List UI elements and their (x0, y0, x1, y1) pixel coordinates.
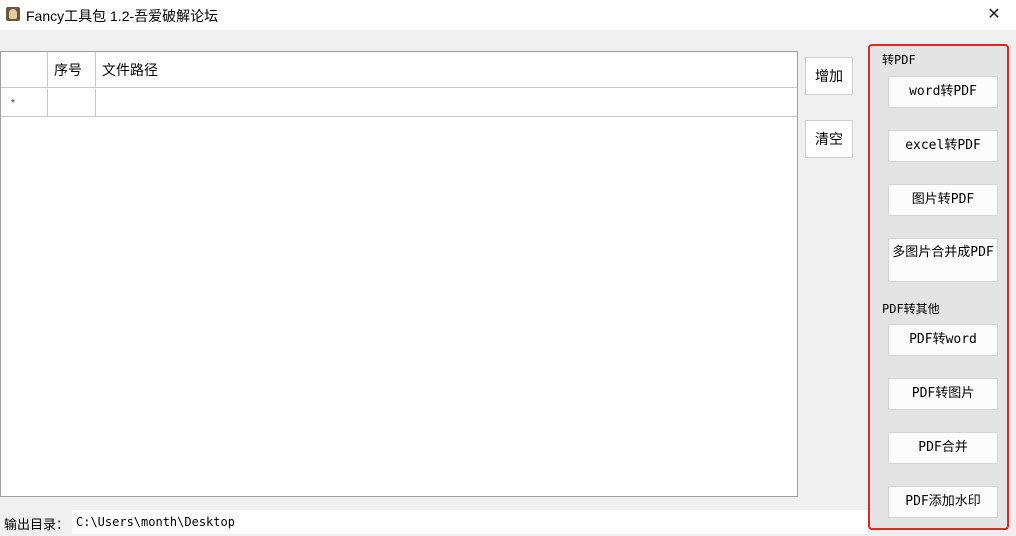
conversion-panel: 转PDF word转PDF excel转PDF 图片转PDF 多图片合并成PDF… (868, 44, 1009, 530)
index-cell[interactable] (48, 89, 96, 116)
title-bar: Fancy工具包 1.2-吾爱破解论坛 ✕ (0, 0, 1016, 30)
new-row-marker: * (11, 98, 15, 109)
output-bar: 输出目录： (0, 508, 868, 536)
column-header-index[interactable]: 序号 (48, 52, 96, 88)
grid-header: 序号 文件路径 (1, 52, 797, 88)
group-label-pdf-to-other: PDF转其他 (882, 302, 940, 316)
client-area: 序号 文件路径 * 增加 清空 转PDF word转PDF excel转PDF … (0, 30, 1016, 536)
excel-to-pdf-button[interactable]: excel转PDF (888, 130, 998, 162)
window-title: Fancy工具包 1.2-吾爱破解论坛 (26, 8, 219, 24)
image-to-pdf-button[interactable]: 图片转PDF (888, 184, 998, 216)
output-dir-label: 输出目录： (4, 517, 70, 532)
row-header-column (1, 52, 48, 88)
app-icon (6, 7, 20, 21)
column-header-file-path[interactable]: 文件路径 (96, 52, 797, 88)
table-row[interactable]: * (1, 89, 797, 117)
add-button[interactable]: 增加 (805, 57, 853, 95)
pdf-merge-button[interactable]: PDF合并 (888, 432, 998, 464)
file-path-cell[interactable] (96, 89, 797, 116)
pdf-to-word-button[interactable]: PDF转word (888, 324, 998, 356)
group-label-to-pdf: 转PDF (882, 53, 916, 67)
word-to-pdf-button[interactable]: word转PDF (888, 76, 998, 108)
output-dir-input[interactable] (72, 510, 868, 534)
close-button[interactable]: ✕ (983, 4, 1005, 26)
row-header-cell[interactable]: * (1, 89, 48, 116)
file-grid[interactable]: 序号 文件路径 * (0, 51, 798, 497)
clear-button[interactable]: 清空 (805, 120, 853, 158)
pdf-watermark-button[interactable]: PDF添加水印 (888, 486, 998, 518)
multi-image-to-pdf-button[interactable]: 多图片合并成PDF (888, 238, 998, 282)
pdf-to-image-button[interactable]: PDF转图片 (888, 378, 998, 410)
